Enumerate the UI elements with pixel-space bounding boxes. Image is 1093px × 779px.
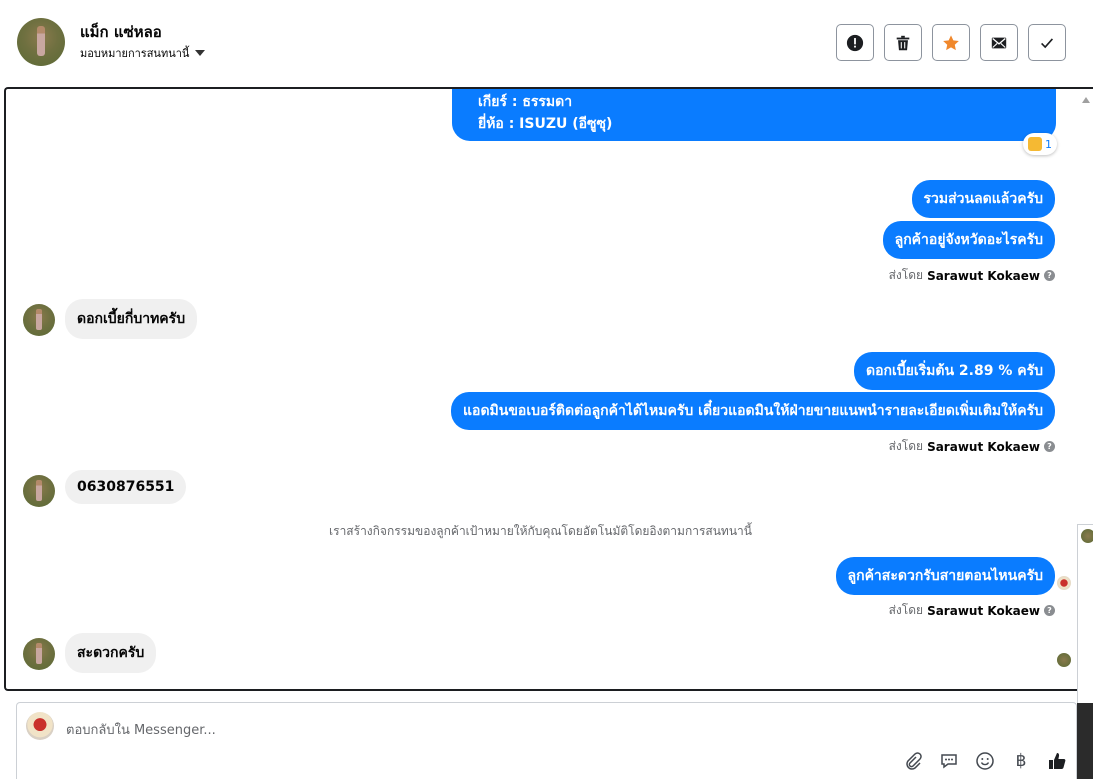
contact-name[interactable]: แม็ก แซ่หลอ (80, 20, 162, 44)
scroll-up-icon[interactable] (1082, 97, 1090, 103)
assign-label: มอบหมายการสนทนานี้ (80, 47, 190, 60)
reaction-badge[interactable]: 1 (1023, 133, 1057, 155)
incoming-message-bubble[interactable]: สะดวกครับ (65, 633, 157, 673)
outgoing-message-bubble[interactable]: ลูกค้าอยู่จังหวัดอะไรครับ (882, 221, 1055, 259)
incoming-message-bubble[interactable]: ดอกเบี้ยกี่บาทครับ (65, 299, 198, 339)
message-thread[interactable]: เกียร์ : ธรรมดา ยี่ห้อ : ISUZU (อีซูซุ) … (4, 87, 1093, 691)
thread-scrollbar[interactable] (1081, 97, 1091, 103)
message-composer[interactable]: ตอบกลับใน Messenger... ฿ (16, 702, 1077, 779)
sent-by-prefix: ส่งโดย (888, 603, 924, 617)
saved-replies-button[interactable] (938, 750, 960, 772)
conversation-header: แม็ก แซ่หลอ มอบหมายการสนทนานี้ (0, 0, 1093, 86)
contact-avatar (23, 475, 55, 507)
outgoing-message-bubble[interactable]: ดอกเบี้ยเริ่มต้น 2.89 % ครับ (853, 352, 1055, 390)
like-icon (1049, 753, 1066, 769)
outgoing-message-bubble[interactable]: ลูกค้าสะดวกรับสายตอนไหนครับ (835, 557, 1055, 595)
star-button[interactable] (932, 24, 970, 61)
page-avatar (26, 712, 54, 740)
alert-icon (846, 34, 864, 51)
composer-tools: ฿ (902, 750, 1068, 772)
star-icon (943, 34, 959, 50)
reaction-count: 1 (1045, 137, 1052, 151)
seen-avatar (1057, 576, 1071, 590)
outgoing-message-bubble[interactable]: รวมส่วนลดแล้วครับ (911, 180, 1055, 218)
assign-conversation-dropdown[interactable]: มอบหมายการสนทนานี้ (80, 44, 206, 62)
contact-avatar (23, 638, 55, 670)
thumbs-up-icon (1028, 137, 1042, 151)
seen-avatar (1057, 653, 1071, 667)
attachment-icon (906, 752, 922, 770)
reply-input[interactable]: ตอบกลับใน Messenger... (66, 719, 216, 740)
sent-by-label: ส่งโดย Sarawut Kokaew ? (889, 266, 1055, 285)
side-panel-edge (1077, 703, 1093, 779)
side-panel-edge (1077, 548, 1093, 703)
sent-by-label: ส่งโดย Sarawut Kokaew ? (889, 601, 1055, 620)
mark-done-button[interactable] (1028, 24, 1066, 61)
contact-avatar (1081, 529, 1093, 543)
sent-by-name: Sarawut Kokaew (927, 603, 1040, 618)
sent-by-prefix: ส่งโดย (888, 268, 924, 282)
mark-unread-button[interactable] (980, 24, 1018, 61)
trash-icon (896, 35, 910, 50)
sent-by-label: ส่งโดย Sarawut Kokaew ? (889, 437, 1055, 456)
outgoing-message-bubble[interactable]: เกียร์ : ธรรมดา ยี่ห้อ : ISUZU (อีซูซุ) (452, 89, 1056, 141)
like-button[interactable] (1046, 750, 1068, 772)
help-icon[interactable]: ? (1044, 441, 1055, 452)
system-notice: เราสร้างกิจกรรมของลูกค้าเป้าหมายให้กับคุ… (329, 524, 752, 538)
payment-button[interactable]: ฿ (1010, 750, 1032, 772)
header-actions (836, 24, 1066, 61)
message-line: เกียร์ : ธรรมดา (478, 94, 573, 110)
outgoing-message-bubble[interactable]: แอดมินขอเบอร์ติดต่อลูกค้าได้ไหมครับ เดี๋… (451, 392, 1055, 430)
mark-spam-button[interactable] (836, 24, 874, 61)
contact-avatar (23, 304, 55, 336)
help-icon[interactable]: ? (1044, 605, 1055, 616)
check-icon (1041, 37, 1054, 48)
help-icon[interactable]: ? (1044, 270, 1055, 281)
sent-by-name: Sarawut Kokaew (927, 439, 1040, 454)
contact-avatar[interactable] (17, 18, 65, 66)
side-panel-edge (1077, 524, 1093, 548)
saved-replies-icon (941, 754, 957, 769)
emoji-icon (976, 752, 994, 770)
sent-by-prefix: ส่งโดย (888, 439, 924, 453)
mail-icon (991, 37, 1007, 48)
delete-button[interactable] (884, 24, 922, 61)
emoji-button[interactable] (974, 750, 996, 772)
sent-by-name: Sarawut Kokaew (927, 268, 1040, 283)
message-line: ยี่ห้อ : ISUZU (อีซูซุ) (478, 116, 613, 132)
baht-icon: ฿ (1015, 751, 1027, 771)
attachment-button[interactable] (902, 750, 924, 772)
incoming-message-bubble[interactable]: 0630876551 (65, 470, 187, 504)
caret-down-icon (195, 50, 206, 56)
